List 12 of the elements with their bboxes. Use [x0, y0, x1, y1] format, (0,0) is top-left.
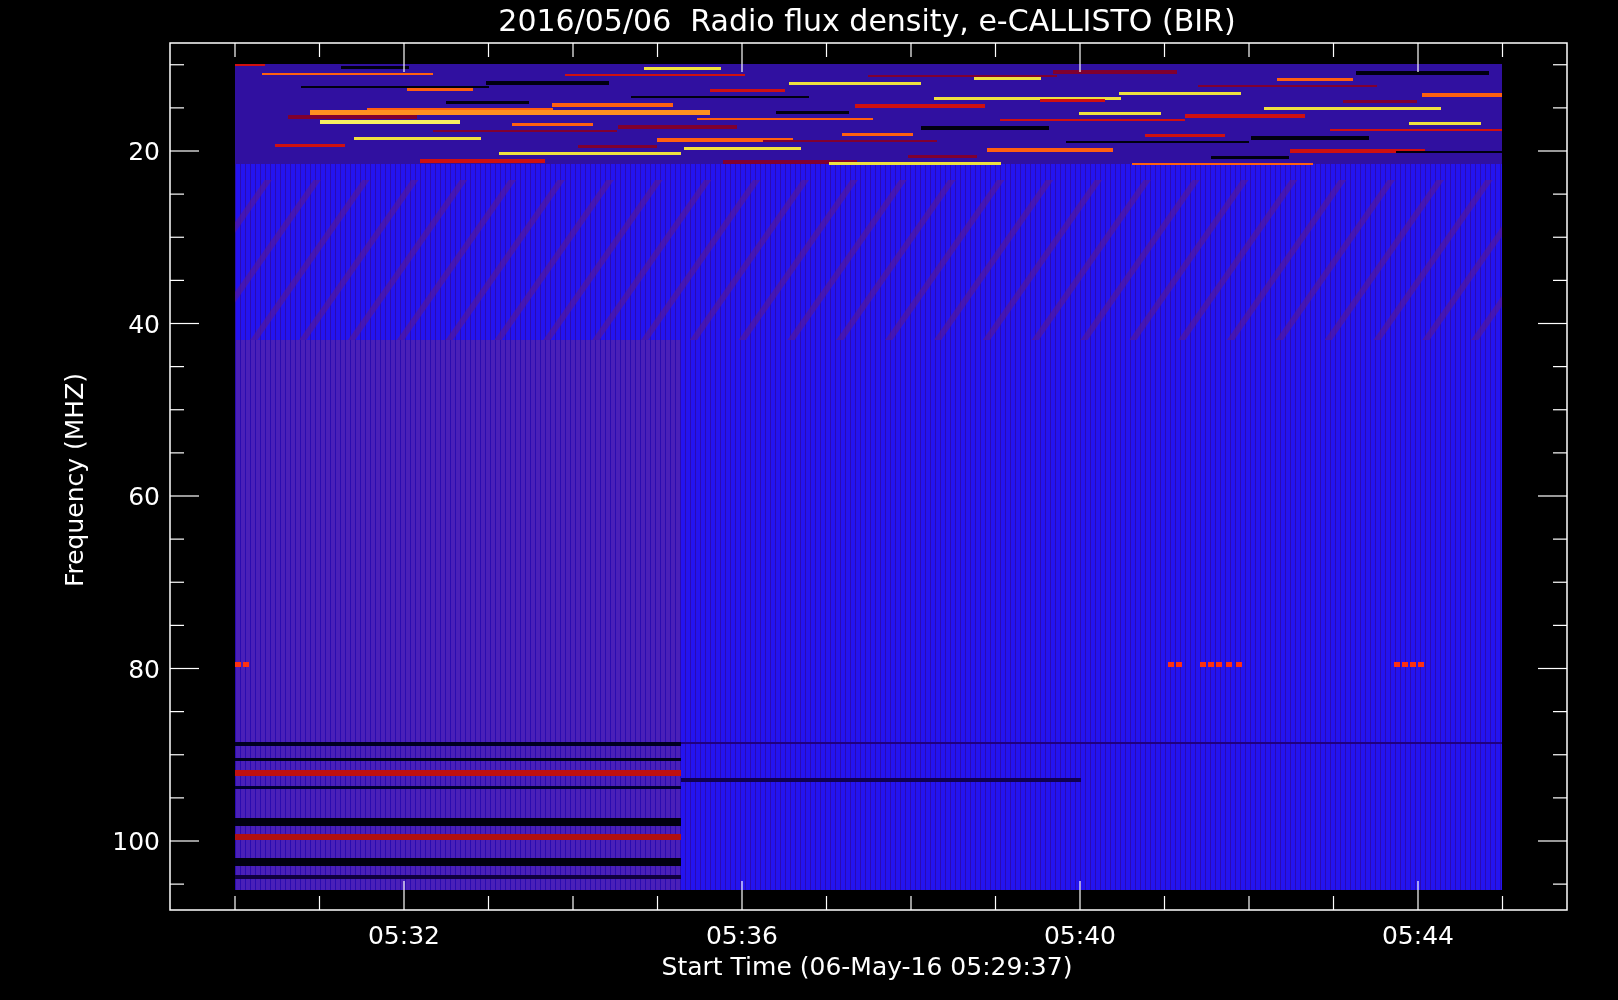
y-tick-label: 60 — [128, 482, 160, 511]
y-tick-label: 100 — [112, 827, 160, 856]
x-tick-label: 05:32 — [368, 921, 440, 950]
x-tick-label: 05:44 — [1382, 921, 1454, 950]
y-tick-label: 40 — [128, 309, 160, 339]
y-tick-label: 80 — [128, 654, 160, 684]
y-axis-label: Frequency (MHZ) — [60, 372, 89, 588]
x-tick-label: 05:40 — [1044, 921, 1116, 950]
y-tick-label: 20 — [128, 137, 160, 166]
chart-title: 2016/05/06 Radio flux density, e-CALLISTO (BIR) — [498, 3, 1236, 38]
x-axis-label: Start Time (06-May-16 05:29:37) — [661, 952, 1073, 981]
x-tick-label: 05:36 — [706, 921, 778, 950]
